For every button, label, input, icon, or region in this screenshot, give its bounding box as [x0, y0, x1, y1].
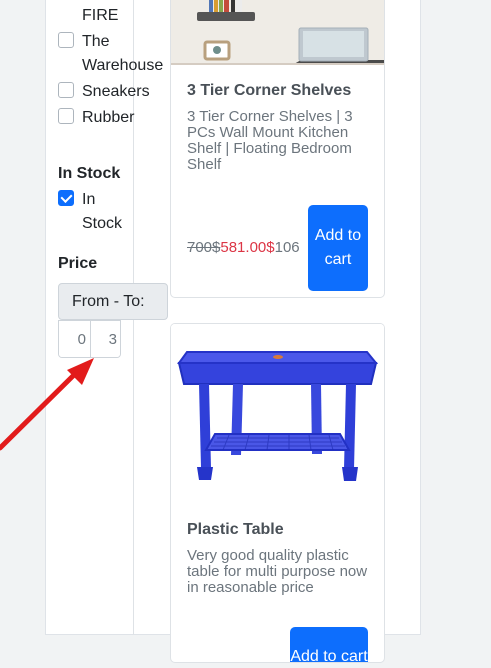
add-to-cart-button[interactable]: Add to cart	[308, 205, 368, 291]
price-filter-title: Price	[58, 255, 98, 272]
price-range-label: From - To:	[58, 283, 168, 320]
product-image-corner-shelves	[171, 0, 384, 65]
product-price: 700$581.00$106	[187, 238, 300, 258]
price-to-input[interactable]	[90, 321, 120, 357]
brand-filter-sneakers[interactable]: Sneakers	[58, 80, 170, 104]
product-card: Plastic Table Very good quality plastic …	[170, 323, 385, 663]
extra-price: 106	[274, 239, 300, 256]
product-description: 3 Tier Corner Shelves | 3 PCs Wall Mount…	[187, 108, 353, 173]
brand-label: FIRE	[82, 7, 119, 24]
stock-checkbox[interactable]	[58, 190, 74, 206]
brand-checkbox[interactable]	[58, 82, 74, 98]
price-from-input[interactable]	[59, 321, 90, 357]
product-title: Plastic Table	[187, 521, 284, 538]
brand-label: Rubber	[82, 109, 135, 126]
product-title: 3 Tier Corner Shelves	[187, 82, 352, 99]
brand-label: Sneakers	[82, 83, 150, 100]
brand-label: The Warehouse	[82, 33, 164, 74]
brand-checkbox[interactable]	[58, 32, 74, 48]
product-image-plastic-table	[171, 324, 384, 504]
brand-filter-fire[interactable]: FIRE	[58, 4, 170, 28]
product-description: Very good quality plastic table for mult…	[187, 547, 368, 596]
stock-filter-title: In Stock	[58, 165, 121, 182]
brand-filter-rubber[interactable]: Rubber	[58, 106, 170, 130]
old-price: 700$	[187, 239, 221, 256]
add-to-cart-button[interactable]: Add to cart	[290, 627, 368, 662]
sale-price: 581.00$	[220, 239, 275, 256]
stock-option-label: In Stock	[82, 191, 123, 232]
stock-filter-option[interactable]: In Stock	[58, 188, 124, 236]
brand-filter-the-warehouse[interactable]: The Warehouse	[58, 30, 170, 78]
brand-checkbox[interactable]	[58, 108, 74, 124]
price-range-inputs	[58, 320, 121, 358]
product-card: 3 Tier Corner Shelves 3 Tier Corner Shel…	[170, 0, 385, 298]
page: FIRE The Warehouse Sneakers Rubber In St…	[0, 0, 491, 668]
